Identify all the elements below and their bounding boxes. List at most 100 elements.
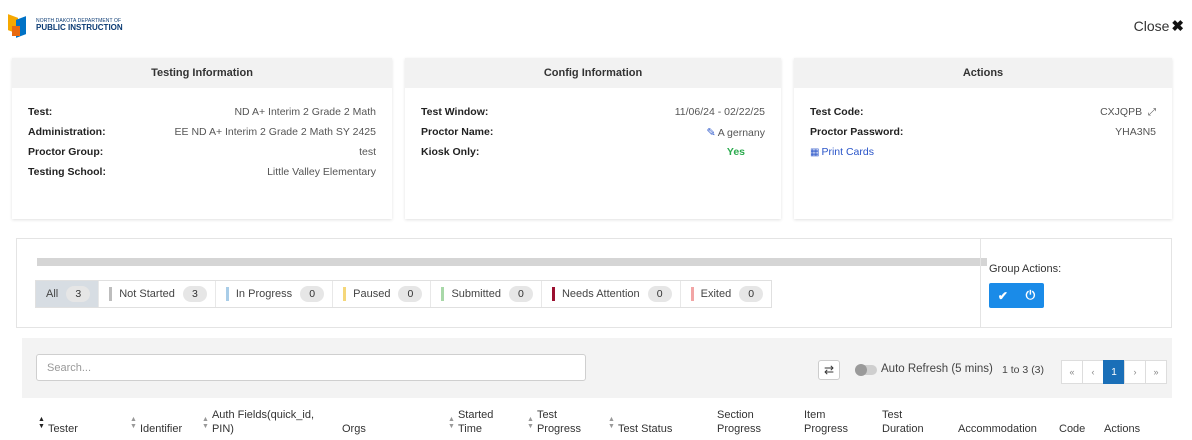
column-header-section-progress[interactable]: Section Progress	[717, 404, 787, 436]
filter-label: Paused	[353, 288, 391, 300]
filter-needs-attention[interactable]: Needs Attention 0	[542, 281, 681, 307]
power-icon[interactable]: ⏻	[1026, 288, 1036, 303]
filter-label: In Progress	[235, 288, 293, 300]
sort-icon: ▲ ▼	[448, 416, 455, 430]
auto-refresh-toggle[interactable]	[855, 364, 877, 376]
group-actions: Group Actions: ✔ ⏻	[980, 239, 1173, 327]
column-header-identifier[interactable]: ▲ ▼ Identifier	[130, 404, 200, 436]
close-label: Close	[1133, 18, 1170, 34]
info-label: Proctor Name:	[421, 126, 494, 138]
sort-icon: ▲ ▼	[38, 416, 45, 430]
filter-exited[interactable]: Exited 0	[681, 281, 772, 307]
kiosk-only-value: Yes	[726, 146, 745, 158]
column-label: Test Status	[617, 423, 673, 435]
status-progress-bar	[37, 258, 987, 266]
search-input[interactable]	[36, 354, 586, 381]
filter-label: Submitted	[451, 288, 501, 300]
next-page-button[interactable]: ›	[1124, 360, 1146, 384]
filter-not-started[interactable]: Not Started 3	[99, 281, 216, 307]
info-row-testing-school: Testing School: Little Valley Elementary	[28, 162, 376, 182]
column-label: Accommodation	[958, 423, 1037, 435]
filter-count: 3	[66, 286, 91, 302]
proctor-name-value[interactable]: ✎ A gernany	[706, 126, 765, 139]
auto-refresh-label: Auto Refresh (5 mins)	[881, 363, 993, 375]
info-label: Administration:	[28, 126, 106, 138]
refresh-icon[interactable]: ⇄	[818, 360, 840, 380]
filter-label: Exited	[700, 288, 732, 300]
group-actions-button[interactable]: ✔ ⏻	[989, 283, 1044, 308]
column-label: Started Time	[457, 409, 494, 435]
last-page-button[interactable]: »	[1145, 360, 1167, 384]
testing-info-card: Testing Information Test: ND A+ Interim …	[12, 58, 392, 219]
status-panel: All 3 Not Started 3 In Progress 0 Paused…	[16, 238, 1172, 328]
filter-paused[interactable]: Paused 0	[333, 281, 432, 307]
print-cards-link[interactable]: ▦ Print Cards	[810, 142, 1156, 162]
info-row-proctor-name: Proctor Name: ✎ A gernany	[421, 122, 765, 142]
column-header-orgs[interactable]: Orgs	[342, 404, 422, 436]
group-actions-label: Group Actions:	[989, 263, 1062, 275]
column-header-actions[interactable]: Actions	[1104, 404, 1164, 436]
info-value: YHA3N5	[1115, 126, 1156, 138]
close-button[interactable]: Close ✖	[1134, 17, 1184, 35]
expand-icon[interactable]: ⤢	[1148, 107, 1156, 118]
status-color-bar	[225, 287, 229, 301]
config-info-card: Config Information Test Window: 11/06/24…	[405, 58, 781, 219]
sort-icon: ▲ ▼	[527, 416, 534, 430]
filter-label: All	[46, 288, 59, 300]
sort-icon: ▲ ▼	[608, 416, 615, 430]
info-label: Kiosk Only:	[421, 146, 480, 158]
column-header-tester[interactable]: ▲ ▼ Tester	[38, 404, 118, 436]
proctor-name-text: A gernany	[717, 126, 765, 139]
filter-count: 0	[300, 286, 325, 302]
column-label: Identifier	[139, 423, 183, 435]
column-header-started-time[interactable]: ▲ ▼ Started Time	[448, 404, 518, 436]
sort-icon: ▲ ▼	[130, 416, 137, 430]
table-header: ▲ ▼ Tester ▲ ▼ Identifier ▲ ▼ Auth Fields(quic…	[22, 398, 1172, 440]
pagination: « ‹ 1 › »	[1061, 360, 1167, 384]
dpi-logo: NORTH DAKOTA DEPARTMENT OF PUBLIC INSTRU…	[8, 12, 123, 38]
status-color-bar	[109, 287, 113, 301]
column-header-item-progress[interactable]: Item Progress	[804, 404, 864, 436]
column-label: Code	[1059, 423, 1086, 435]
logo-mark-icon	[8, 12, 32, 38]
top-bar: NORTH DAKOTA DEPARTMENT OF PUBLIC INSTRU…	[0, 0, 1192, 50]
filter-all[interactable]: All 3	[36, 281, 100, 307]
first-page-button[interactable]: «	[1061, 360, 1083, 384]
page-range: 1 to 3 (3)	[1002, 364, 1045, 376]
print-cards-label: Print Cards	[821, 146, 874, 158]
column-label: Item Progress	[804, 409, 849, 435]
filter-label: Needs Attention	[561, 288, 640, 300]
status-color-bar	[441, 287, 445, 301]
column-header-test-progress[interactable]: ▲ ▼ Test Progress	[527, 404, 597, 436]
status-color-bar	[551, 287, 555, 301]
actions-card: Actions Test Code: CXJQPB ⤢ Proctor Pass…	[794, 58, 1172, 219]
column-header-accommodation[interactable]: Accommodation	[958, 404, 1053, 436]
prev-page-button[interactable]: ‹	[1082, 360, 1104, 384]
info-label: Test Code:	[810, 106, 864, 118]
column-header-test-duration[interactable]: Test Duration	[882, 404, 942, 436]
double-check-icon[interactable]: ✔	[998, 289, 1008, 303]
filter-count: 0	[398, 286, 423, 302]
status-filter-group: All 3 Not Started 3 In Progress 0 Paused…	[35, 280, 773, 308]
testing-info-title: Testing Information	[12, 58, 392, 88]
status-color-bar	[343, 287, 347, 301]
info-label: Test:	[28, 106, 53, 118]
column-header-code[interactable]: Code	[1059, 404, 1099, 436]
test-code-value: CXJQPB ⤢	[1100, 106, 1156, 118]
edit-icon[interactable]: ✎	[706, 126, 715, 139]
filter-submitted[interactable]: Submitted 0	[431, 281, 542, 307]
actions-title: Actions	[794, 58, 1172, 88]
filter-count: 0	[739, 286, 764, 302]
column-label: Orgs	[342, 423, 366, 435]
page-1-button[interactable]: 1	[1103, 360, 1125, 384]
filter-in-progress[interactable]: In Progress 0	[216, 281, 334, 307]
column-header-test-status[interactable]: ▲ ▼ Test Status	[608, 404, 698, 436]
column-header-auth-fields[interactable]: ▲ ▼ Auth Fields(quick_id, PIN)	[202, 404, 332, 436]
info-row-administration: Administration: EE ND A+ Interim 2 Grade…	[28, 122, 376, 142]
info-value: EE ND A+ Interim 2 Grade 2 Math SY 2425	[174, 126, 376, 138]
info-value: 11/06/24 - 02/22/25	[674, 106, 765, 118]
test-code-text: CXJQPB	[1100, 106, 1143, 118]
column-label: Tester	[47, 423, 78, 435]
column-label: Auth Fields(quick_id, PIN)	[211, 409, 315, 435]
column-label: Test Duration	[882, 409, 924, 435]
